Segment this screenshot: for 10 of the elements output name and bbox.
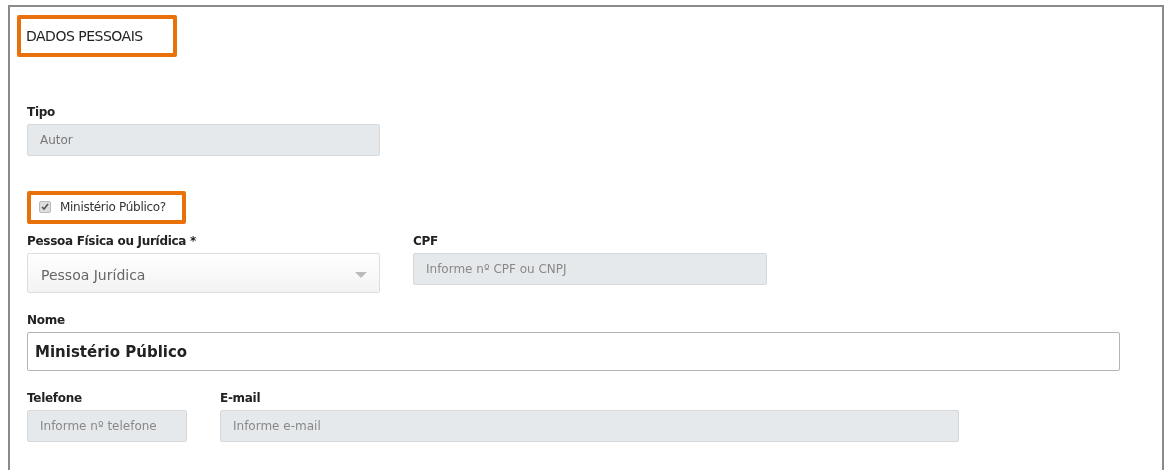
caret-icon [355, 272, 367, 278]
field-label: Pessoa Física ou Jurídica * [27, 234, 197, 248]
field-label: Telefone [27, 391, 83, 405]
field-label: CPF [413, 234, 439, 248]
field-label: Nome [27, 313, 66, 327]
name-field[interactable]: Ministério Público [27, 332, 1120, 371]
section-title: DADOS PESSOAIS [17, 15, 177, 57]
field-label: E-mail [220, 391, 262, 405]
field-label: Tipo [27, 105, 56, 119]
checkbox-label: Ministério Público? [60, 200, 166, 214]
